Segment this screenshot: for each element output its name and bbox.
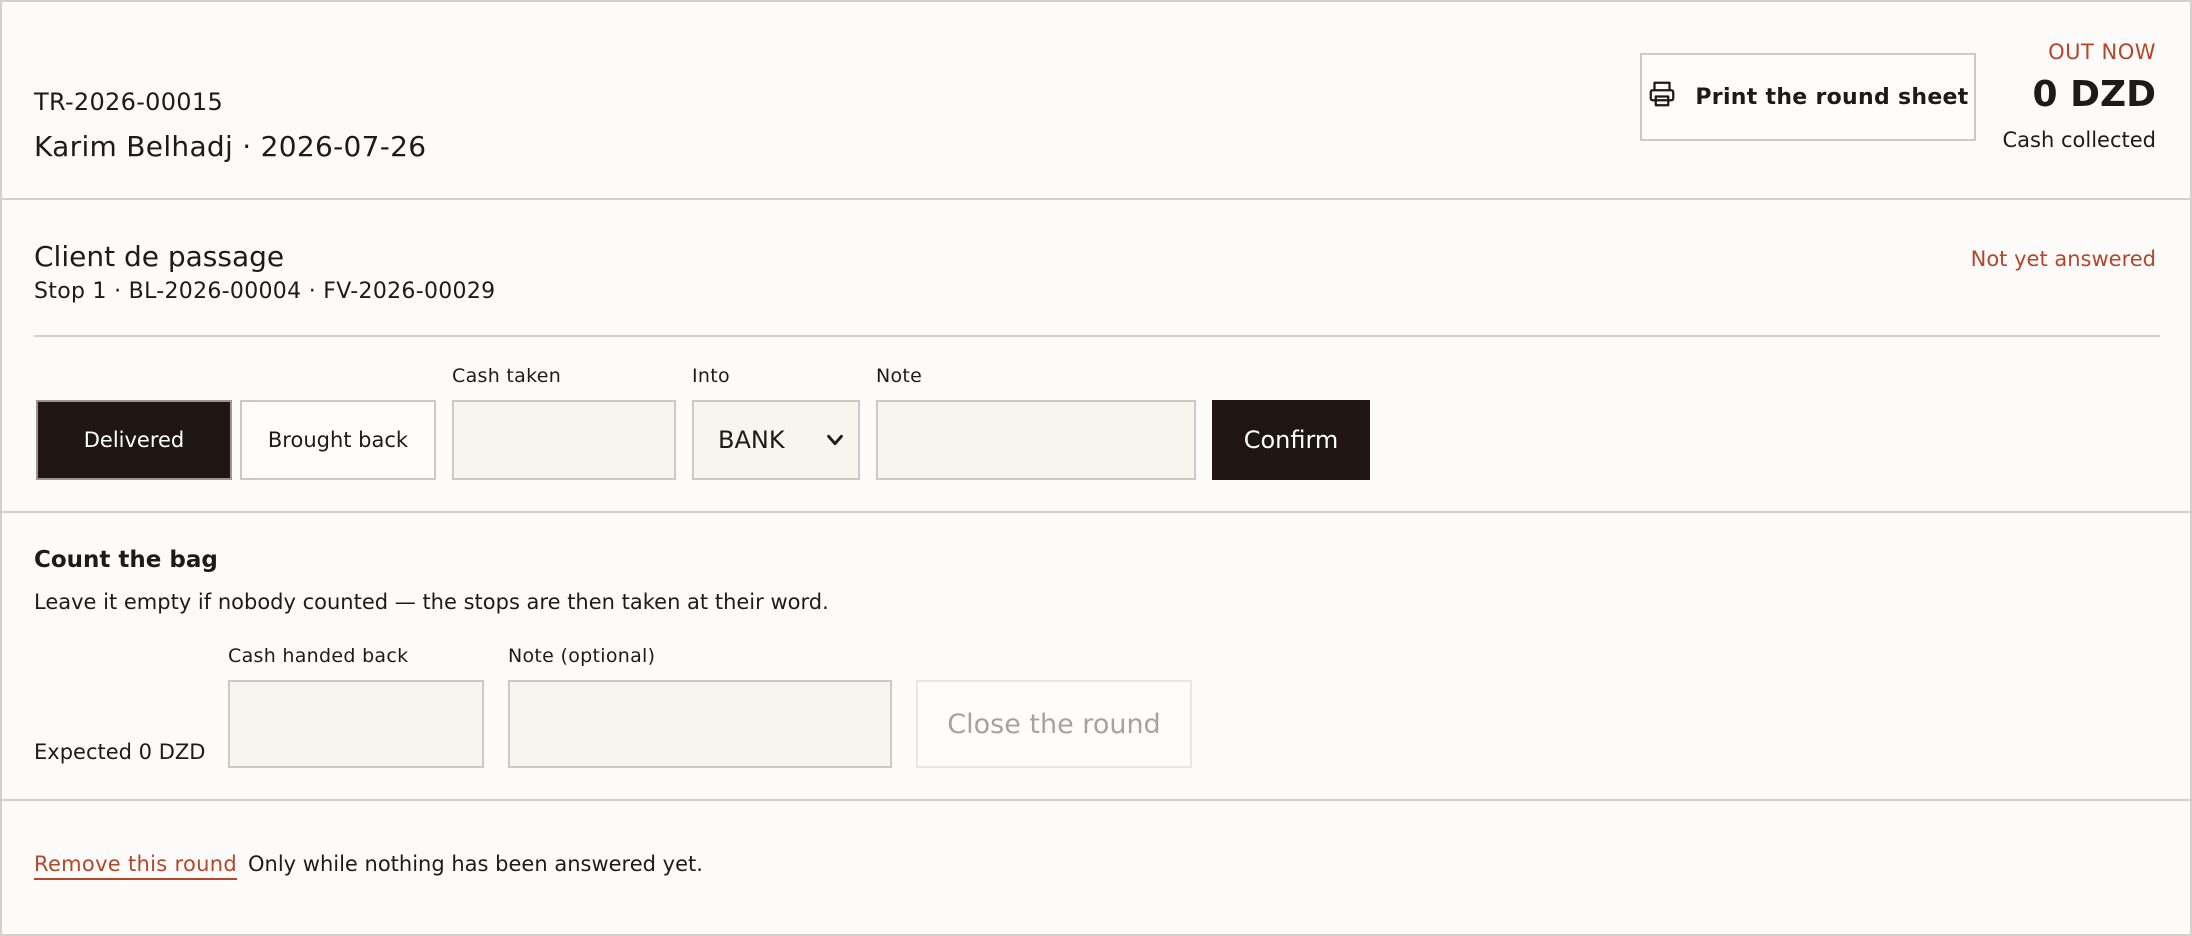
confirm-button[interactable]: Confirm [1212, 400, 1370, 480]
cash-taken-input[interactable] [452, 400, 676, 480]
delivered-button[interactable]: Delivered [36, 400, 232, 480]
chevron-down-icon [827, 434, 843, 446]
cash-handed-back-input[interactable] [228, 680, 484, 768]
note-input[interactable] [876, 400, 1196, 480]
cash-collected-amount: 0 DZD [2032, 74, 2156, 115]
note-label: Note [876, 365, 923, 387]
print-button-label: Print the round sheet [1695, 84, 1969, 110]
stop-refs: Stop 1 · BL-2026-00004 · FV-2026-00029 [34, 279, 496, 304]
remove-round-link[interactable]: Remove this round [34, 852, 237, 880]
header-divider [2, 198, 2190, 200]
bag-note-label: Note (optional) [508, 645, 656, 667]
cash-collected-label: Cash collected [2002, 128, 2156, 152]
print-round-sheet-button[interactable]: Print the round sheet [1640, 53, 1976, 141]
stop-section-divider [2, 511, 2190, 513]
stop-status: Not yet answered [1970, 247, 2156, 271]
printer-icon [1647, 79, 1677, 115]
expected-amount: Expected 0 DZD [34, 740, 206, 764]
brought-back-button[interactable]: Brought back [240, 400, 436, 480]
round-driver-date: Karim Belhadj · 2026-07-26 [34, 130, 427, 163]
bag-note-input[interactable] [508, 680, 892, 768]
into-select-value: BANK [718, 426, 785, 454]
close-round-button[interactable]: Close the round [916, 680, 1192, 768]
into-label: Into [692, 365, 730, 387]
round-id: TR-2026-00015 [34, 88, 224, 116]
bag-section-divider [2, 799, 2190, 801]
cash-taken-label: Cash taken [452, 365, 562, 387]
cash-handed-back-label: Cash handed back [228, 645, 409, 667]
stop-client-name: Client de passage [34, 240, 285, 273]
remove-round-note: Only while nothing has been answered yet… [248, 852, 703, 876]
into-select[interactable]: BANK [692, 400, 860, 480]
round-status: OUT NOW [2048, 40, 2156, 64]
round-panel: TR-2026-00015 Karim Belhadj · 2026-07-26… [0, 0, 2192, 936]
bag-title: Count the bag [34, 547, 218, 573]
stop-divider [34, 335, 2160, 337]
bag-description: Leave it empty if nobody counted — the s… [34, 590, 829, 614]
